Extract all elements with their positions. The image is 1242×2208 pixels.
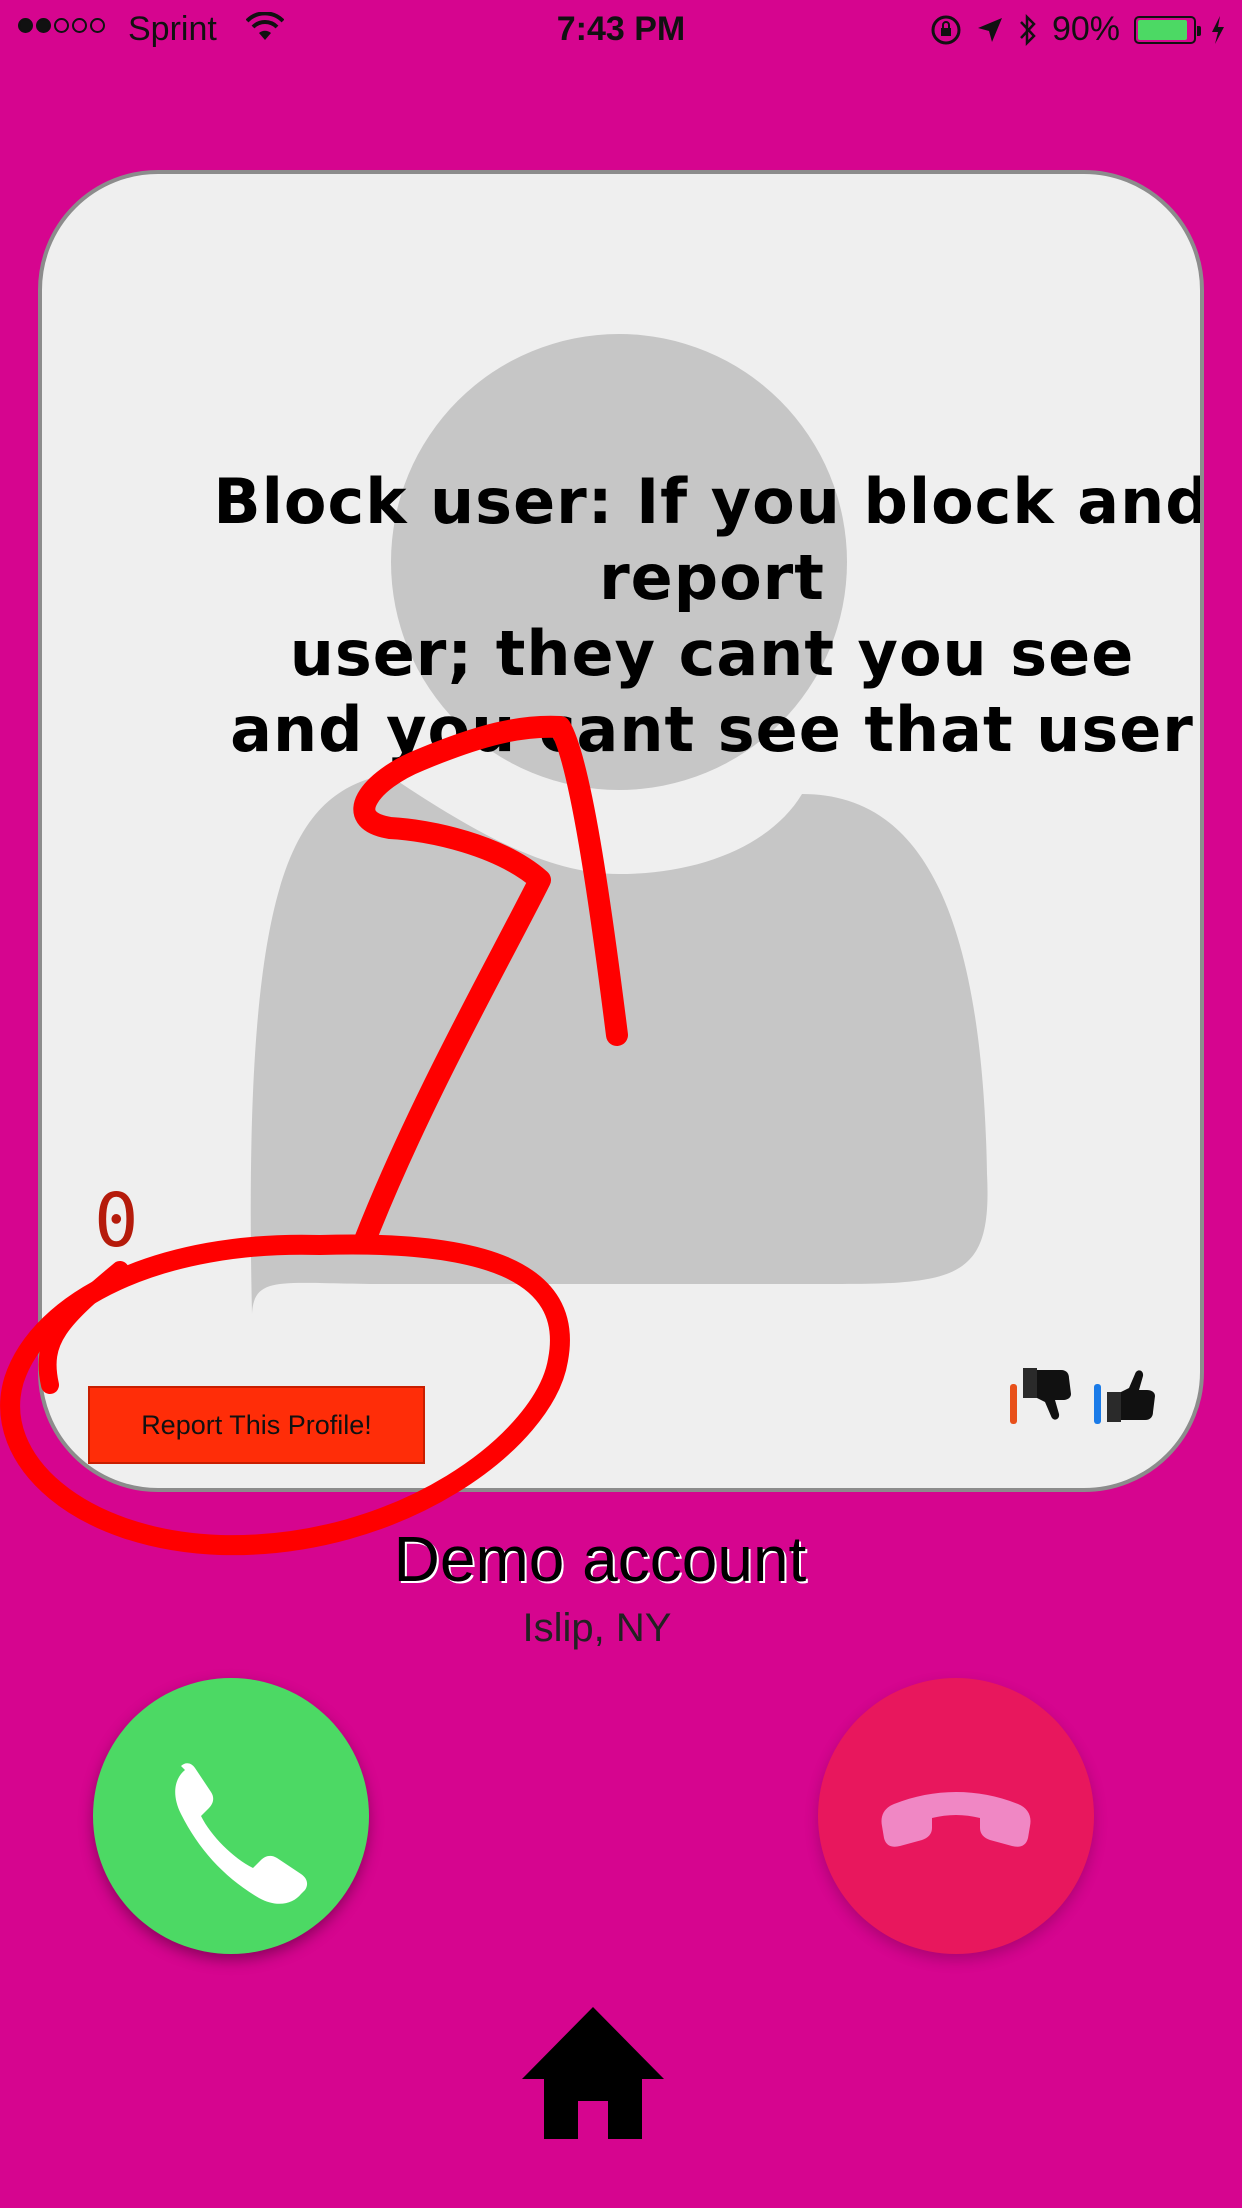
like-button[interactable]	[1094, 1366, 1161, 1424]
profile-card: Block user: If you block and report user…	[38, 170, 1204, 1492]
avatar-placeholder-icon	[250, 334, 988, 1314]
profile-location: Islip, NY	[522, 1606, 672, 1650]
thumbs-up-icon	[1107, 1370, 1155, 1422]
battery-icon	[1134, 15, 1201, 44]
charging-icon	[1212, 15, 1224, 44]
home-icon[interactable]	[520, 2005, 666, 2139]
report-count: 0	[94, 1178, 139, 1264]
phone-decline-icon	[881, 1792, 1031, 1847]
orientation-lock-icon	[931, 15, 961, 44]
dislike-indicator	[1010, 1384, 1017, 1424]
dislike-button[interactable]	[1010, 1366, 1077, 1424]
like-indicator	[1094, 1384, 1101, 1424]
instruction-line: user; they cant you see	[289, 617, 1135, 690]
thumbs-down-icon	[1023, 1368, 1071, 1420]
status-right-group: 90%	[930, 10, 1226, 49]
status-bar: Sprint 7:43 PM 90%	[0, 0, 1242, 60]
instruction-line: and you cant see that user	[230, 693, 1194, 766]
report-profile-button[interactable]: Report This Profile!	[88, 1386, 425, 1464]
location-arrow-icon	[977, 17, 1002, 42]
bluetooth-icon	[1020, 13, 1036, 46]
decline-call-button[interactable]	[818, 1678, 1094, 1954]
profile-name: Demo account	[393, 1523, 807, 1595]
battery-percent: 90%	[1051, 10, 1120, 48]
phone-accept-icon	[175, 1763, 308, 1904]
instruction-line: Block user: If you block and report	[213, 465, 1204, 614]
block-user-instruction: Block user: If you block and report user…	[142, 464, 1204, 768]
accept-call-button[interactable]	[93, 1678, 369, 1954]
